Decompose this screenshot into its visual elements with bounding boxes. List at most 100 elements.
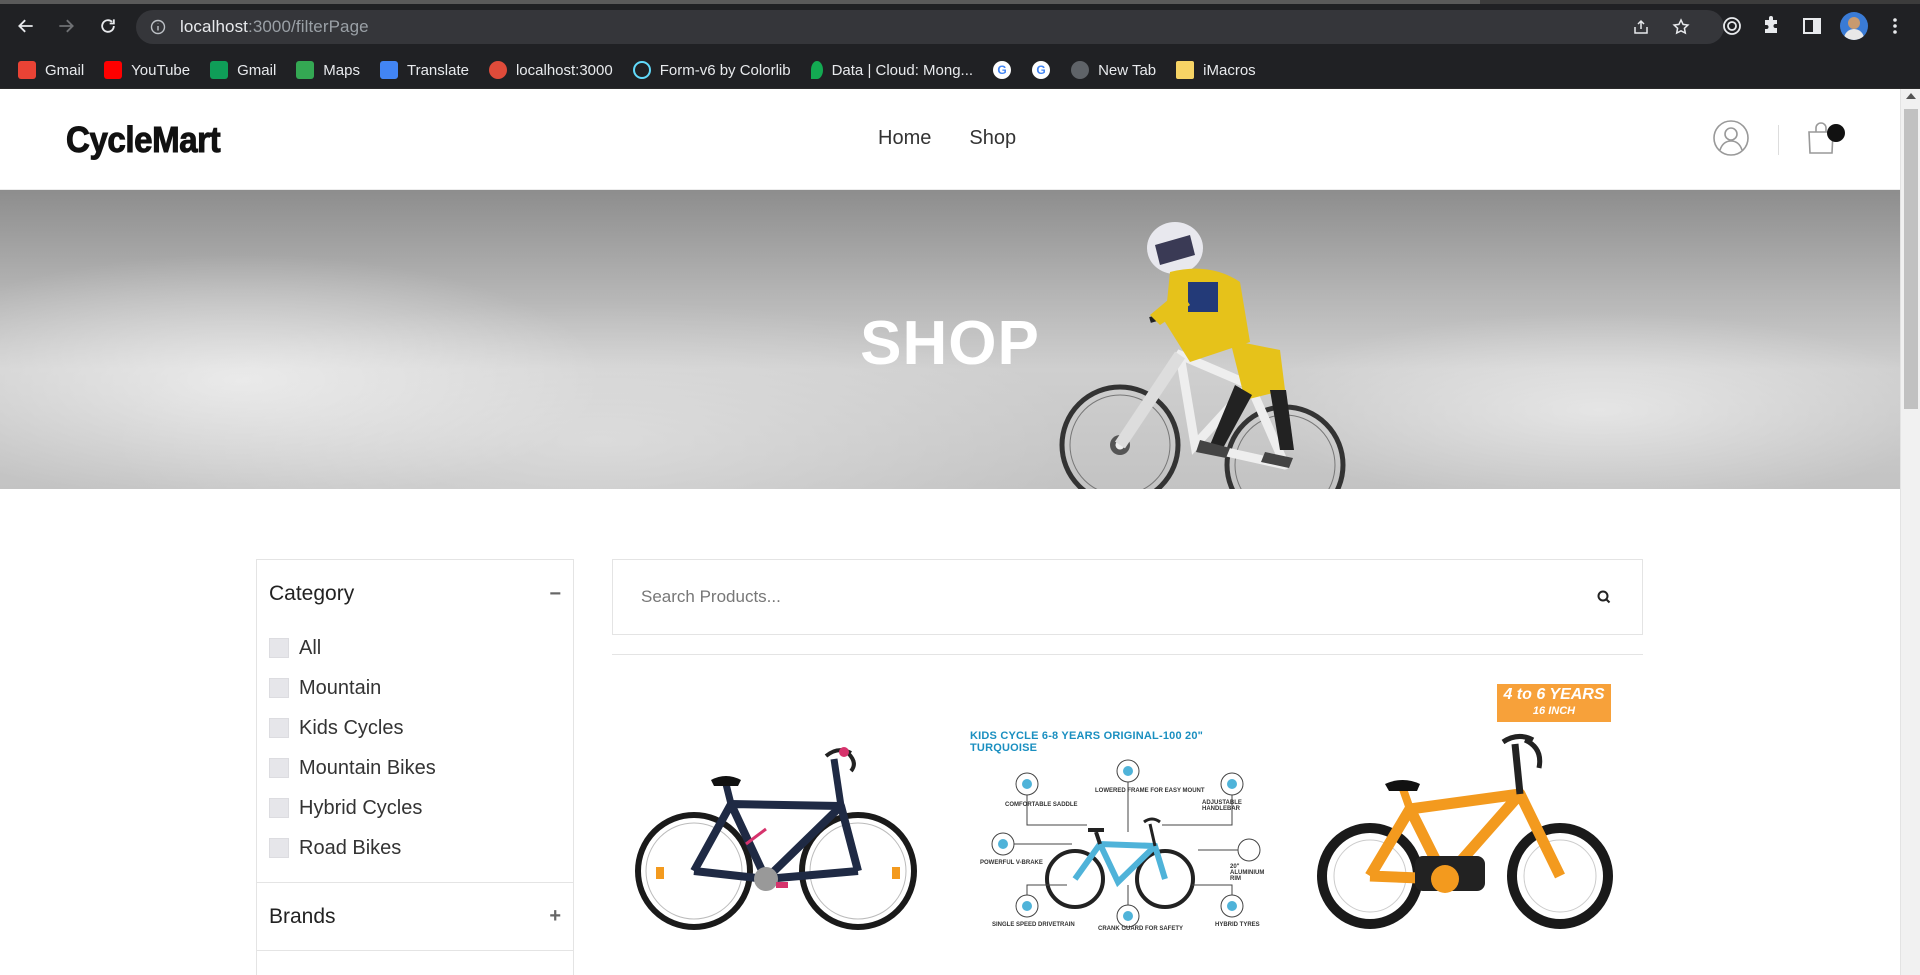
scrollbar-thumb[interactable]: [1904, 109, 1918, 409]
search-icon[interactable]: [1596, 589, 1612, 605]
youtube-icon: [104, 61, 123, 79]
bookmark-label: Translate: [406, 61, 469, 79]
bookmark-item[interactable]: Translate: [379, 61, 469, 79]
profile-avatar[interactable]: [1840, 12, 1868, 40]
orange-bicycle-image: [1317, 734, 1613, 929]
nav-shop-link[interactable]: Shop: [969, 127, 1016, 150]
bookmark-item[interactable]: New Tab: [1071, 61, 1156, 79]
reload-icon[interactable]: [96, 14, 120, 38]
collapse-icon[interactable]: −: [549, 583, 561, 606]
category-checkbox[interactable]: [269, 758, 289, 778]
product-card-orange-bike[interactable]: 4 to 6 YEARS 16 INCH: [1315, 684, 1615, 934]
bookmark-item[interactable]: iMacros: [1176, 61, 1256, 79]
nav-home-link[interactable]: Home: [878, 127, 931, 150]
category-header[interactable]: Category −: [257, 560, 573, 628]
category-checkbox[interactable]: [269, 838, 289, 858]
hero-banner: SHOP: [0, 190, 1900, 489]
bookmark-item[interactable]: Form-v6 by Colorlib: [632, 61, 791, 79]
extensions-puzzle-icon[interactable]: [1761, 15, 1783, 37]
feature-label: SINGLE SPEED DRIVETRAIN: [992, 922, 1075, 928]
bookmark-item[interactable]: Data | Cloud: Mong...: [810, 61, 973, 79]
category-list: All Mountain Kids Cycles Mountain Bikes Hybr…: [257, 628, 573, 883]
bookmark-label: Maps: [323, 61, 360, 79]
category-checkbox[interactable]: [269, 798, 289, 818]
url-text: localhost:3000/filterPage: [180, 17, 369, 36]
category-option[interactable]: Mountain: [269, 668, 561, 708]
scroll-up-icon[interactable]: [1906, 93, 1916, 99]
maps-icon: [296, 61, 315, 79]
category-title: Category: [269, 582, 355, 605]
product-search: [612, 559, 1643, 635]
web-page: CycleMart Home Shop SHOP Category − All …: [0, 89, 1900, 975]
search-input[interactable]: [641, 587, 1596, 607]
brands-header[interactable]: Brands +: [257, 883, 573, 951]
category-checkbox[interactable]: [269, 678, 289, 698]
browser-toolbar: localhost:3000/filterPage: [0, 0, 1920, 52]
browser-menu-icon[interactable]: [1884, 15, 1906, 37]
gmail-icon: [18, 61, 36, 79]
bookmark-item[interactable]: Gmail: [210, 61, 276, 79]
share-icon[interactable]: [1632, 18, 1650, 36]
feature-label: COMFORTABLE SADDLE: [1005, 802, 1078, 808]
category-label: Kids Cycles: [299, 716, 404, 739]
bookmark-item[interactable]: Gmail: [18, 61, 84, 79]
bookmark-item[interactable]: G: [1032, 61, 1059, 79]
navy-bicycle-image: [635, 747, 917, 930]
bookmark-item[interactable]: G: [993, 61, 1020, 79]
category-label: Mountain Bikes: [299, 756, 436, 779]
bookmark-label: localhost:3000: [515, 61, 613, 79]
mongodb-leaf-icon: [810, 61, 823, 79]
bookmark-star-icon[interactable]: [1672, 18, 1690, 36]
feature-label: POWERFUL V-BRAKE: [980, 860, 1043, 866]
bookmark-item[interactable]: YouTube: [104, 61, 190, 79]
site-logo[interactable]: CycleMart: [66, 119, 222, 161]
category-option[interactable]: Road Bikes: [269, 828, 561, 868]
bookmark-item[interactable]: Maps: [296, 61, 360, 79]
main-nav: Home Shop: [878, 127, 1016, 150]
address-bar[interactable]: localhost:3000/filterPage: [136, 10, 1724, 44]
product-card-turquoise-bike[interactable]: KIDS CYCLE 6-8 YEARS ORIGINAL-100 20" TU…: [970, 684, 1270, 934]
back-icon[interactable]: [14, 14, 38, 38]
bookmark-label: Gmail: [237, 61, 277, 79]
globe-icon: [1071, 61, 1090, 79]
extension-target-icon[interactable]: [1721, 15, 1743, 37]
bookmarks-bar: Gmail YouTube Gmail Maps Translate localhost:…: [0, 52, 1920, 89]
category-label: Hybrid Cycles: [299, 796, 423, 819]
product-card-navy-bike[interactable]: [626, 684, 926, 934]
category-option[interactable]: Hybrid Cycles: [269, 788, 561, 828]
category-option[interactable]: Mountain Bikes: [269, 748, 561, 788]
sheets-icon: [210, 61, 229, 79]
translate-icon: [379, 61, 398, 79]
page-scrollbar[interactable]: [1900, 89, 1920, 975]
bookmark-label: Form-v6 by Colorlib: [659, 61, 791, 79]
tab-strip: [0, 0, 1920, 4]
user-account-icon[interactable]: [1712, 119, 1750, 157]
category-label: Road Bikes: [299, 836, 402, 859]
site-info-icon[interactable]: [150, 19, 166, 35]
feature-label: HYBRID TYRES: [1215, 922, 1260, 928]
header-divider: [1778, 125, 1779, 155]
google-icon: G: [1032, 61, 1051, 79]
folder-icon: [1176, 61, 1195, 79]
bookmark-label: Gmail: [45, 61, 85, 79]
google-icon: G: [993, 61, 1012, 79]
cart-count-badge: [1827, 124, 1845, 142]
category-option[interactable]: Kids Cycles: [269, 708, 561, 748]
side-panel-icon[interactable]: [1801, 15, 1823, 37]
feature-label: ADJUSTABLE HANDLEBAR: [1202, 800, 1242, 812]
category-option[interactable]: All: [269, 628, 561, 668]
expand-icon[interactable]: +: [549, 905, 561, 928]
bookmark-item[interactable]: localhost:3000: [488, 61, 613, 79]
feature-label: LOWERED FRAME FOR EASY MOUNT: [1095, 788, 1205, 794]
category-checkbox[interactable]: [269, 638, 289, 658]
category-checkbox[interactable]: [269, 718, 289, 738]
forward-icon[interactable]: [54, 14, 78, 38]
filter-sidebar: Category − All Mountain Kids Cycles Mountai…: [256, 559, 574, 975]
category-label: All: [299, 636, 322, 659]
site-header: CycleMart Home Shop: [0, 89, 1900, 190]
react-icon: [632, 61, 651, 79]
feature-label: 20" ALUMINIUM RIM: [1230, 864, 1265, 882]
hero-title: SHOP: [860, 309, 1040, 378]
divider: [612, 654, 1643, 655]
bookmark-label: New Tab: [1098, 61, 1157, 79]
